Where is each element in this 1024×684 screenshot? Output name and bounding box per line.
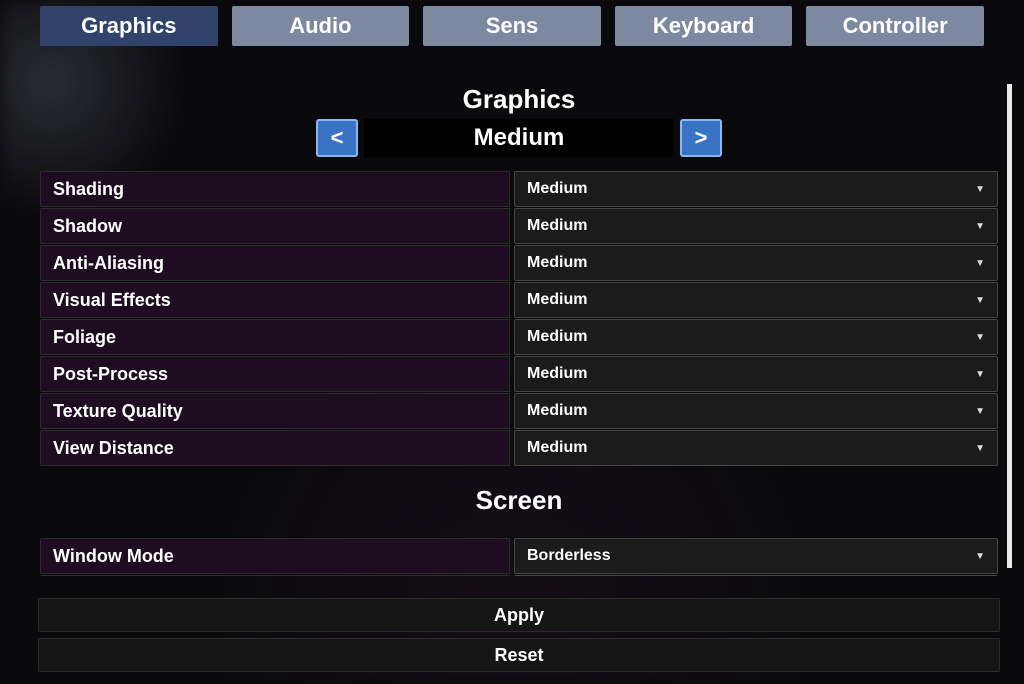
chevron-down-icon: ▼	[975, 221, 985, 232]
chevron-down-icon: ▼	[975, 406, 985, 417]
chevron-down-icon: ▼	[975, 369, 985, 380]
select-value: Medium	[527, 180, 587, 198]
texture-quality-select[interactable]: Medium ▼	[514, 393, 998, 429]
setting-row: Window Mode Borderless ▼	[40, 538, 998, 574]
post-process-select[interactable]: Medium ▼	[514, 356, 998, 392]
setting-label: Anti-Aliasing	[40, 245, 510, 281]
graphics-preset-stepper: < Medium >	[38, 119, 1000, 157]
tab-audio[interactable]: Audio	[232, 6, 410, 46]
tab-bar: Graphics Audio Sens Keyboard Controller	[0, 0, 1024, 46]
setting-row: Shading Medium ▼	[40, 171, 998, 207]
setting-label: Visual Effects	[40, 282, 510, 318]
setting-label: Window Mode	[40, 538, 510, 574]
graphics-section-title: Graphics	[38, 84, 1000, 115]
shadow-select[interactable]: Medium ▼	[514, 208, 998, 244]
tab-sens[interactable]: Sens	[423, 6, 601, 46]
screen-settings-list: Window Mode Borderless ▼ Resolution 3360…	[38, 538, 1000, 576]
setting-row: Foliage Medium ▼	[40, 319, 998, 355]
setting-label: Texture Quality	[40, 393, 510, 429]
chevron-down-icon: ▼	[975, 258, 985, 269]
window-mode-select[interactable]: Borderless ▼	[514, 538, 998, 574]
anti-aliasing-select[interactable]: Medium ▼	[514, 245, 998, 281]
chevron-down-icon: ▼	[975, 184, 985, 195]
select-value: Medium	[527, 365, 587, 383]
setting-row: Resolution 3360x2100 5:3 ▼	[40, 575, 998, 576]
select-value: Medium	[527, 291, 587, 309]
chevron-down-icon: ▼	[975, 443, 985, 454]
view-distance-select[interactable]: Medium ▼	[514, 430, 998, 466]
select-value: Medium	[527, 254, 587, 272]
select-value: Medium	[527, 402, 587, 420]
select-value: Medium	[527, 217, 587, 235]
chevron-down-icon: ▼	[975, 295, 985, 306]
setting-label: Shadow	[40, 208, 510, 244]
preset-prev-button[interactable]: <	[316, 119, 358, 157]
visual-effects-select[interactable]: Medium ▼	[514, 282, 998, 318]
shading-select[interactable]: Medium ▼	[514, 171, 998, 207]
graphics-settings-list: Shading Medium ▼ Shadow Medium ▼ Anti-Al…	[38, 171, 1000, 466]
chevron-down-icon: ▼	[975, 551, 985, 562]
setting-label: Post-Process	[40, 356, 510, 392]
chevron-down-icon: ▼	[975, 332, 985, 343]
select-value: Borderless	[527, 547, 611, 565]
setting-row: Anti-Aliasing Medium ▼	[40, 245, 998, 281]
foliage-select[interactable]: Medium ▼	[514, 319, 998, 355]
setting-label: Shading	[40, 171, 510, 207]
setting-row: Post-Process Medium ▼	[40, 356, 998, 392]
setting-row: View Distance Medium ▼	[40, 430, 998, 466]
preset-next-button[interactable]: >	[680, 119, 722, 157]
setting-label: Foliage	[40, 319, 510, 355]
scrollbar-thumb[interactable]	[1007, 84, 1012, 568]
setting-label: View Distance	[40, 430, 510, 466]
apply-button[interactable]: Apply	[38, 598, 1000, 632]
scrollbar[interactable]	[1007, 84, 1012, 568]
setting-row: Texture Quality Medium ▼	[40, 393, 998, 429]
reset-button[interactable]: Reset	[38, 638, 1000, 672]
select-value: Medium	[527, 328, 587, 346]
tab-graphics[interactable]: Graphics	[40, 6, 218, 46]
settings-scroll-area: Graphics < Medium > Shading Medium ▼ Sha…	[38, 84, 1000, 576]
setting-row: Shadow Medium ▼	[40, 208, 998, 244]
tab-keyboard[interactable]: Keyboard	[615, 6, 793, 46]
select-value: Medium	[527, 439, 587, 457]
resolution-select[interactable]: 3360x2100 5:3 ▼	[514, 575, 998, 576]
tab-controller[interactable]: Controller	[806, 6, 984, 46]
setting-row: Visual Effects Medium ▼	[40, 282, 998, 318]
screen-section-title: Screen	[38, 485, 1000, 516]
setting-label: Resolution	[40, 575, 510, 576]
footer-buttons: Apply Reset	[38, 592, 1000, 672]
preset-value: Medium	[364, 119, 674, 157]
